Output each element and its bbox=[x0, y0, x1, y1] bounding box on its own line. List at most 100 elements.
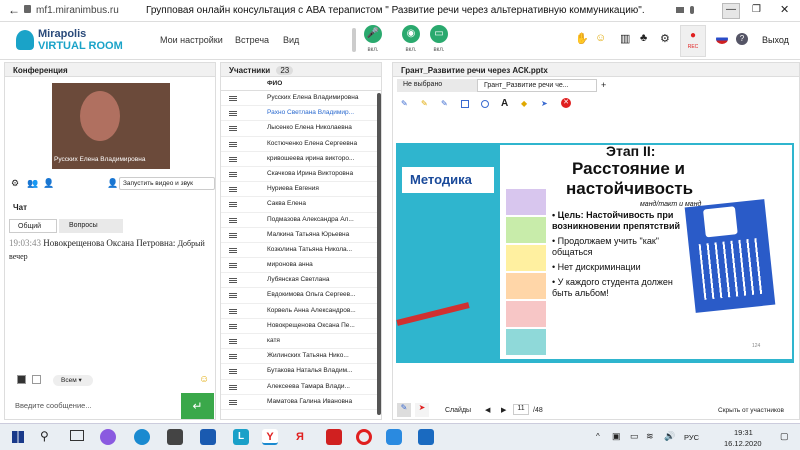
search-icon[interactable]: ⚲ bbox=[40, 429, 49, 443]
volume-slider[interactable] bbox=[352, 28, 356, 52]
drag-handle-icon[interactable] bbox=[229, 263, 237, 265]
drag-handle-icon[interactable] bbox=[229, 278, 237, 280]
close-window-button[interactable]: ✕ bbox=[780, 3, 789, 16]
participant-row[interactable]: Козюлина Татьяна Никола... bbox=[221, 243, 381, 259]
highlighter-tool-icon[interactable]: ✎ bbox=[441, 99, 448, 108]
drag-handle-icon[interactable] bbox=[229, 126, 237, 128]
drag-handle-icon[interactable] bbox=[229, 156, 237, 158]
tab-not-selected[interactable]: Не выбрано bbox=[397, 79, 477, 92]
raise-hand-icon[interactable]: ✋ bbox=[575, 32, 589, 45]
next-slide-button[interactable]: ▶ bbox=[501, 406, 506, 414]
menu-meeting[interactable]: Встреча bbox=[235, 35, 269, 45]
back-icon[interactable]: ← bbox=[8, 3, 20, 17]
drag-handle-icon[interactable] bbox=[229, 202, 237, 204]
hide-from-participants[interactable]: Скрыть от участников bbox=[718, 407, 784, 414]
participant-row[interactable]: Алексеева Тамара Влади... bbox=[221, 380, 381, 395]
fill-tool-icon[interactable]: ◆ bbox=[521, 99, 527, 108]
pencil-tool-icon[interactable]: ✎ bbox=[401, 99, 408, 108]
stats-icon[interactable]: ▥ bbox=[620, 32, 630, 45]
exit-button[interactable]: Выход bbox=[762, 35, 789, 45]
yandex-icon[interactable]: Я bbox=[292, 429, 308, 445]
participant-row[interactable]: Жилинских Татьяна Нико... bbox=[221, 349, 381, 365]
emoji-icon[interactable]: ☺ bbox=[595, 32, 606, 44]
record-button[interactable]: ● REC bbox=[680, 25, 706, 57]
ellipse-tool-icon[interactable] bbox=[481, 100, 489, 108]
drag-handle-icon[interactable] bbox=[229, 171, 237, 173]
participant-row[interactable]: Бутакова Наталья Владим... bbox=[221, 364, 381, 380]
menu-view[interactable]: Вид bbox=[283, 35, 299, 45]
pen-mode-button[interactable]: ✎ bbox=[397, 403, 411, 417]
url-text[interactable]: mf1.miranimbus.ru bbox=[36, 5, 119, 16]
prev-slide-button[interactable]: ◀ bbox=[485, 406, 490, 414]
participant-row[interactable]: миронова анна bbox=[221, 258, 381, 274]
tree-icon[interactable]: ♣ bbox=[640, 32, 647, 44]
photos-icon[interactable] bbox=[418, 429, 434, 445]
settings-icon[interactable]: ⚙ bbox=[660, 32, 670, 45]
participant-row[interactable]: Нуриева Евгения bbox=[221, 182, 381, 198]
camera-settings-icon[interactable]: ⚙ bbox=[11, 178, 19, 189]
participant-row[interactable]: Подмазова Александра Ал... bbox=[221, 213, 381, 228]
camera-toggle[interactable]: ◉ вкл. bbox=[402, 25, 420, 53]
menu-my-settings[interactable]: Мои настройки bbox=[160, 35, 223, 45]
add-tab-button[interactable]: + bbox=[601, 80, 606, 90]
shield-app-icon[interactable] bbox=[326, 429, 342, 445]
mail-icon[interactable] bbox=[200, 429, 216, 445]
participant-row[interactable]: катя bbox=[221, 334, 381, 350]
yandex-browser-icon[interactable]: Y bbox=[262, 429, 278, 445]
participants-scrollbar[interactable] bbox=[377, 93, 381, 415]
drag-handle-icon[interactable] bbox=[229, 369, 237, 371]
drag-handle-icon[interactable] bbox=[229, 111, 237, 113]
chat-tab-questions[interactable]: Вопросы bbox=[59, 219, 123, 233]
participant-row[interactable]: Лысенко Елена Николаевна bbox=[221, 121, 381, 137]
start-icon[interactable] bbox=[12, 431, 24, 443]
drag-handle-icon[interactable] bbox=[229, 96, 237, 97]
slide-number-input[interactable]: 11 bbox=[513, 404, 529, 415]
drag-handle-icon[interactable] bbox=[229, 141, 237, 143]
send-button[interactable]: ↵ bbox=[181, 393, 214, 419]
drag-handle-icon[interactable] bbox=[229, 187, 237, 189]
notifications-icon[interactable]: ▢ bbox=[780, 431, 789, 442]
drag-handle-icon[interactable] bbox=[229, 232, 237, 234]
clock-time[interactable]: 19:31 bbox=[734, 428, 753, 437]
drag-handle-icon[interactable] bbox=[229, 247, 237, 249]
participant-row[interactable]: Маматова Галина Ивановна bbox=[221, 395, 381, 410]
language-indicator[interactable]: РУС bbox=[684, 433, 699, 442]
edge-icon[interactable] bbox=[134, 429, 150, 445]
drag-handle-icon[interactable] bbox=[229, 354, 237, 356]
mic-toggle[interactable]: 🎤 вкл. bbox=[364, 25, 382, 53]
text-tool-icon[interactable]: A bbox=[501, 98, 508, 109]
participant-row[interactable]: Новокрещенова Оксана Пе... bbox=[221, 319, 381, 334]
emoji-picker-icon[interactable]: ☺ bbox=[199, 374, 209, 385]
participant-row[interactable]: Костюченко Елена Сергеевна bbox=[221, 137, 381, 152]
recipient-select[interactable]: Всем ▾ bbox=[53, 375, 93, 386]
bg-color-icon[interactable] bbox=[32, 375, 41, 384]
drag-handle-icon[interactable] bbox=[229, 339, 237, 340]
clear-tool-icon[interactable]: ✕ bbox=[561, 98, 571, 108]
language-flag-icon[interactable] bbox=[716, 34, 728, 44]
tray-apps-icon[interactable]: ▣ bbox=[612, 431, 621, 442]
participant-row[interactable]: Корвель Анна Александров... bbox=[221, 304, 381, 319]
participant-row[interactable]: Скачкова Ирина Викторовна bbox=[221, 167, 381, 183]
drag-handle-icon[interactable] bbox=[229, 399, 237, 401]
alice-icon[interactable] bbox=[100, 429, 116, 445]
participant-row[interactable]: Саква Елена bbox=[221, 197, 381, 213]
pointer-tool-icon[interactable]: ➤ bbox=[541, 99, 548, 108]
participant-row[interactable]: Лубянская Светлана bbox=[221, 273, 381, 289]
chat-tab-general[interactable]: Общий bbox=[9, 219, 57, 233]
drag-handle-icon[interactable] bbox=[229, 384, 237, 386]
drag-handle-icon[interactable] bbox=[229, 308, 237, 310]
drag-handle-icon[interactable] bbox=[229, 293, 237, 295]
start-video-select[interactable]: Запустить видео и звук bbox=[119, 177, 215, 190]
message-input[interactable]: Введите сообщение... bbox=[15, 401, 175, 410]
participant-row[interactable]: Малкина Татьяна Юрьевна bbox=[221, 228, 381, 243]
clock-date[interactable]: 16.12.2020 bbox=[724, 439, 762, 448]
pointer-mode-button[interactable]: ➤ bbox=[415, 403, 429, 417]
participant-row[interactable]: Русских Елена Владимировна bbox=[221, 91, 381, 107]
text-color-icon[interactable] bbox=[17, 375, 26, 384]
video-tile[interactable]: Русских Елена Владимировна bbox=[52, 83, 170, 169]
opera-icon[interactable] bbox=[356, 429, 372, 445]
participant-row[interactable]: кривошеева ирина викторо... bbox=[221, 152, 381, 167]
restore-button[interactable]: ❐ bbox=[752, 4, 761, 15]
rectangle-tool-icon[interactable] bbox=[461, 100, 469, 108]
network-icon[interactable]: ▭ bbox=[630, 431, 639, 442]
